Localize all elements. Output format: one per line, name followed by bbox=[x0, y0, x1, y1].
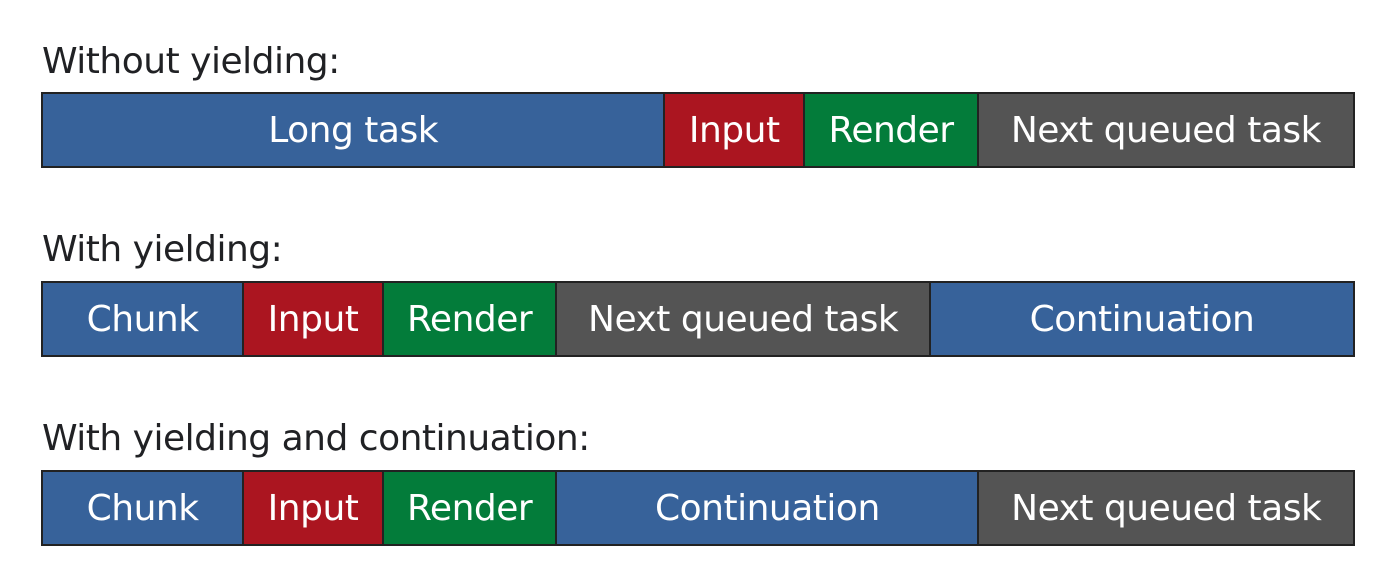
segment-render: Render bbox=[803, 94, 977, 166]
segment-input: Input bbox=[663, 94, 804, 166]
row-label-with-yielding: With yielding: bbox=[42, 229, 283, 270]
segment-long-task: Long task bbox=[43, 94, 664, 166]
segment-next-queued-task: Next queued task bbox=[555, 283, 929, 355]
row-label-without-yielding: Without yielding: bbox=[42, 41, 340, 82]
segment-chunk: Chunk bbox=[43, 283, 243, 355]
row-label-with-yielding-and-continuation: With yielding and continuation: bbox=[42, 418, 590, 459]
segment-next-queued-task: Next queued task bbox=[977, 472, 1354, 544]
segment-input: Input bbox=[242, 472, 382, 544]
segment-chunk: Chunk bbox=[43, 472, 243, 544]
segment-render: Render bbox=[381, 472, 556, 544]
timeline-with-yielding: Chunk Input Render Next queued task Cont… bbox=[41, 281, 1355, 357]
timeline-with-yielding-and-continuation: Chunk Input Render Continuation Next que… bbox=[41, 470, 1355, 546]
segment-continuation: Continuation bbox=[555, 472, 978, 544]
timeline-without-yielding: Long task Input Render Next queued task bbox=[41, 92, 1355, 168]
segment-render: Render bbox=[381, 283, 556, 355]
segment-next-queued-task: Next queued task bbox=[976, 94, 1353, 166]
segment-input: Input bbox=[242, 283, 382, 355]
segment-continuation: Continuation bbox=[928, 283, 1354, 355]
